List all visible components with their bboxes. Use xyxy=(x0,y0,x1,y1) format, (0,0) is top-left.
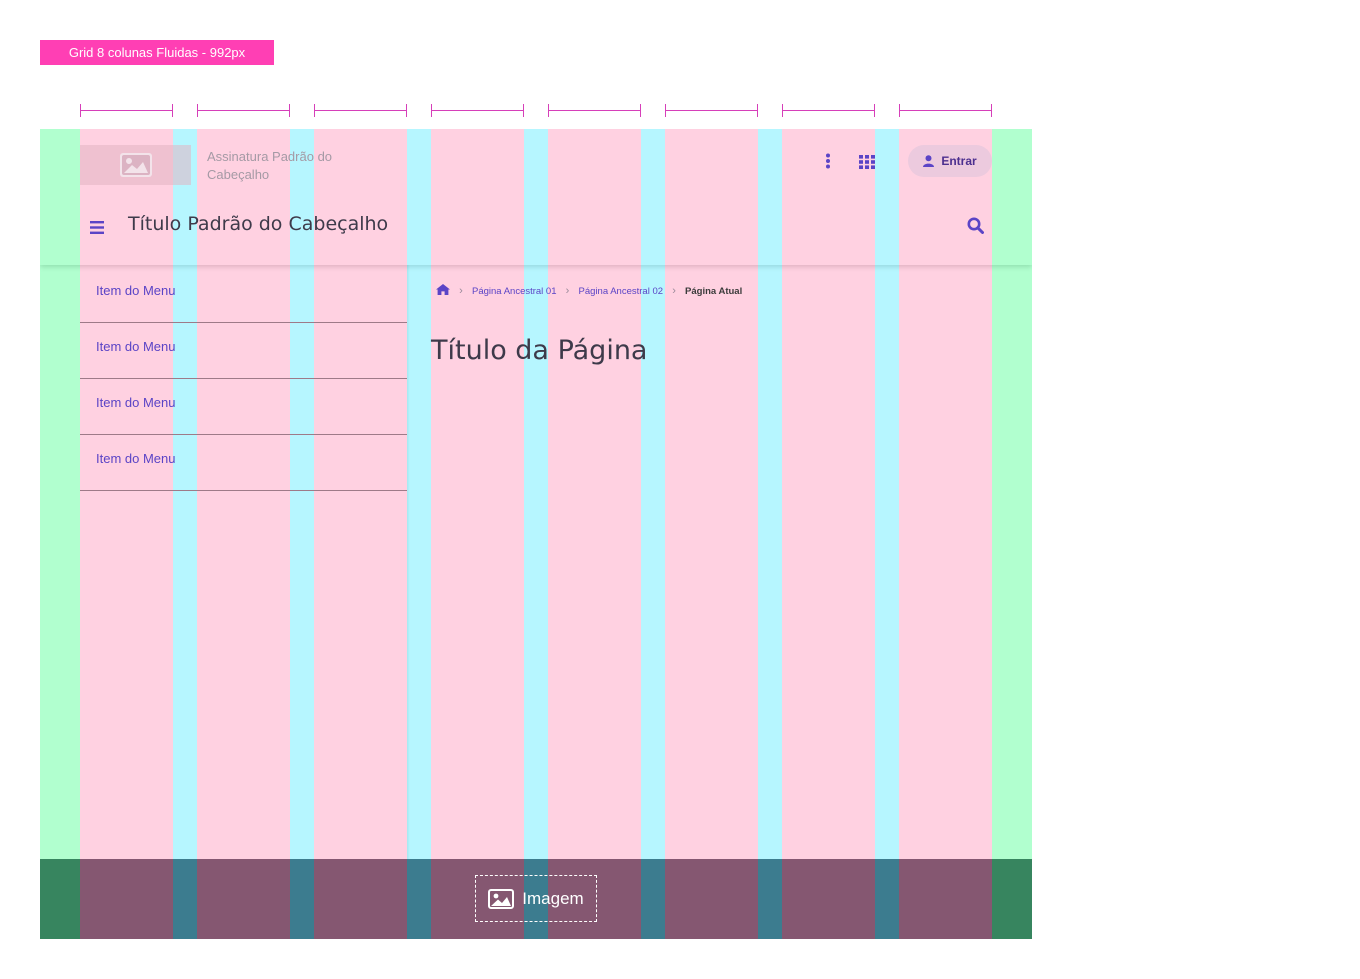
apps-grid-icon[interactable] xyxy=(859,154,875,169)
grid-gutter xyxy=(290,129,314,939)
image-icon xyxy=(119,153,152,177)
column-ruler xyxy=(431,104,524,117)
hamburger-icon[interactable] xyxy=(90,219,104,234)
image-icon xyxy=(488,888,515,909)
breadcrumb-link[interactable]: Página Ancestral 01 xyxy=(472,286,557,297)
chevron-right-icon: › xyxy=(565,285,570,297)
chevron-right-icon: › xyxy=(459,285,463,297)
grid-column xyxy=(665,129,758,939)
grid-column xyxy=(899,129,992,939)
header-logo[interactable] xyxy=(80,145,191,185)
home-icon[interactable] xyxy=(436,284,450,298)
grid-column xyxy=(314,129,407,939)
header-title: Título Padrão do Cabeçalho xyxy=(128,213,389,235)
footer-image-label: Imagem xyxy=(522,888,584,908)
menu-item[interactable]: Item do Menu xyxy=(80,267,407,323)
grid-gutter xyxy=(524,129,548,939)
login-label: Entrar xyxy=(941,154,977,168)
column-ruler xyxy=(782,104,875,117)
grid-column xyxy=(197,129,290,939)
breadcrumb: › Página Ancestral 01 › Página Ancestral 02… xyxy=(436,284,742,298)
breadcrumb-link[interactable]: Página Ancestral 02 xyxy=(579,286,664,297)
grid-gutter xyxy=(641,129,665,939)
menu-item[interactable]: Item do Menu xyxy=(80,323,407,379)
menu-item[interactable]: Item do Menu xyxy=(80,435,407,491)
grid-gutter xyxy=(407,129,431,939)
grid-column xyxy=(782,129,875,939)
grid-column xyxy=(431,129,524,939)
column-ruler xyxy=(899,104,992,117)
header-signature: Assinatura Padrão do Cabeçalho xyxy=(207,149,333,182)
column-ruler xyxy=(548,104,641,117)
page-frame: Assinatura Padrão do Cabeçalho Entrar Tí… xyxy=(40,129,1032,939)
column-ruler xyxy=(314,104,407,117)
grid-column xyxy=(548,129,641,939)
kebab-icon[interactable] xyxy=(823,153,833,169)
page-title: Título da Página xyxy=(431,335,648,366)
grid-gutter xyxy=(173,129,197,939)
user-icon xyxy=(923,155,935,167)
grid-margin xyxy=(992,129,1032,939)
search-icon[interactable] xyxy=(967,217,984,234)
footer-image: Imagem xyxy=(475,875,597,922)
column-ruler xyxy=(197,104,290,117)
menu-item[interactable]: Item do Menu xyxy=(80,379,407,435)
grid-margin xyxy=(40,129,80,939)
chevron-right-icon: › xyxy=(672,285,676,297)
login-button[interactable]: Entrar xyxy=(908,145,992,177)
grid-gutter xyxy=(875,129,899,939)
column-ruler xyxy=(80,104,173,117)
grid-label: Grid 8 colunas Fluidas - 992px xyxy=(40,40,274,65)
side-menu: Item do Menu Item do Menu Item do Menu Item… xyxy=(80,267,407,491)
grid-gutter xyxy=(758,129,782,939)
breadcrumb-current: Página Atual xyxy=(685,285,743,297)
grid-column xyxy=(80,129,173,939)
column-ruler xyxy=(665,104,758,117)
